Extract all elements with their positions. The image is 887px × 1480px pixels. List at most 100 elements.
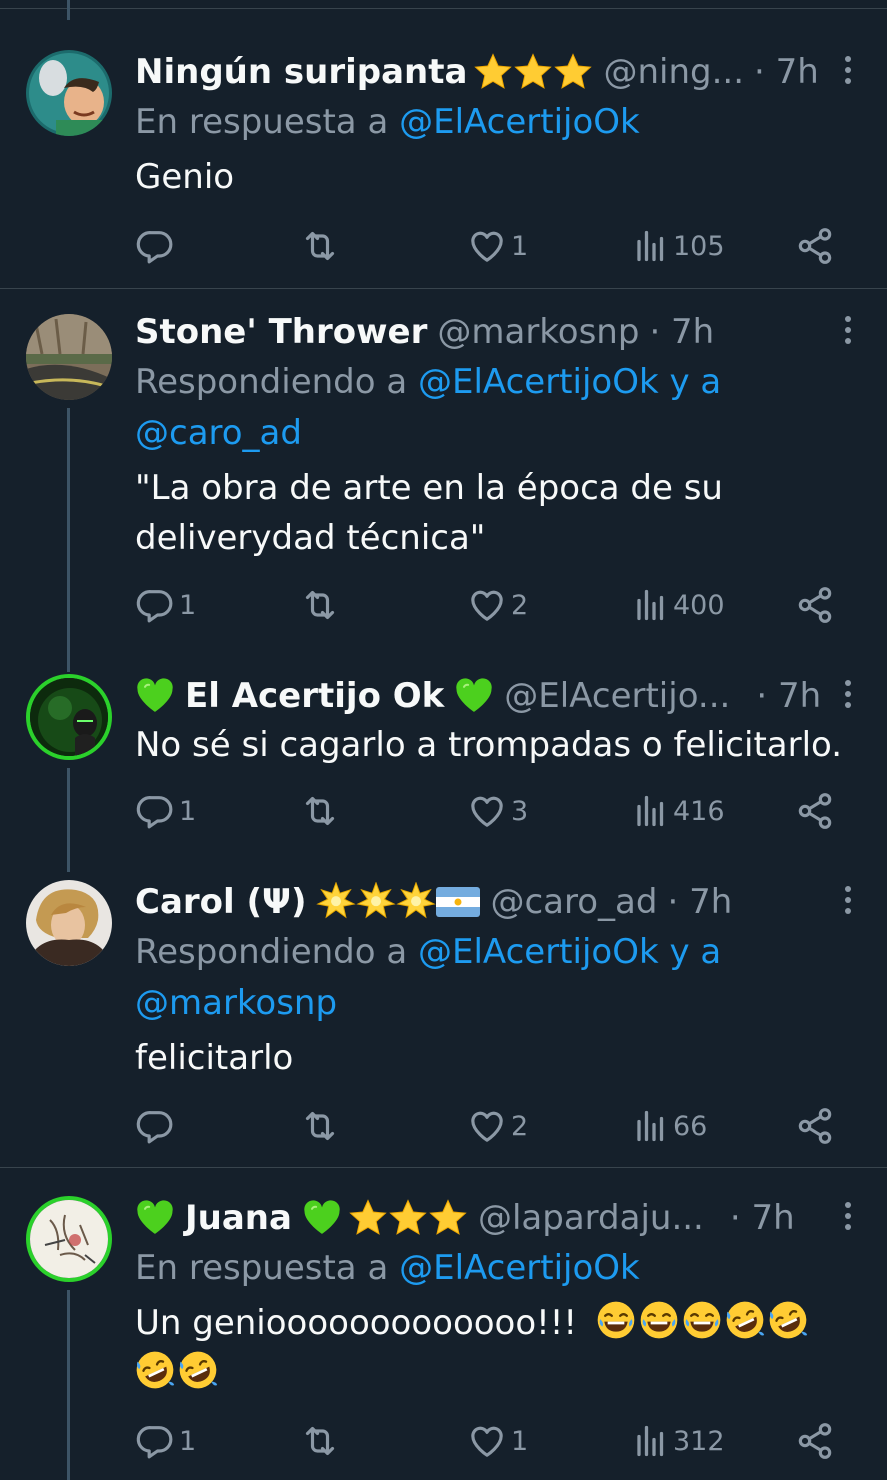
- views-button[interactable]: 105: [633, 228, 725, 264]
- reply-icon: [135, 1421, 175, 1461]
- like-button[interactable]: 1: [467, 226, 528, 266]
- display-name[interactable]: Ningún suripanta: [135, 52, 467, 92]
- avatar[interactable]: [26, 314, 112, 400]
- share-button[interactable]: [795, 791, 835, 831]
- retweet-button[interactable]: [300, 791, 340, 831]
- thread-line: [67, 0, 70, 20]
- reply-button[interactable]: [135, 226, 179, 266]
- avatar[interactable]: [26, 674, 112, 760]
- share-button[interactable]: [795, 226, 835, 266]
- star-icon: [553, 52, 593, 92]
- handle[interactable]: @ElAcertijo...: [504, 676, 730, 716]
- view-count: 66: [673, 1110, 708, 1142]
- views-button[interactable]: 66: [633, 1108, 707, 1144]
- view-count: 105: [673, 230, 725, 262]
- retweet-icon: [300, 791, 340, 831]
- more-options-icon[interactable]: [845, 886, 853, 916]
- reply-icon: [135, 1106, 175, 1146]
- retweet-button[interactable]: [300, 1421, 340, 1461]
- retweet-button[interactable]: [300, 226, 340, 266]
- more-options-icon[interactable]: [845, 316, 853, 346]
- handle[interactable]: @markosnp: [437, 312, 639, 352]
- share-icon: [795, 1421, 835, 1461]
- tweet-text-main: Un geniooooooooooooo!!!: [135, 1303, 578, 1343]
- views-button[interactable]: 312: [633, 1423, 725, 1459]
- share-button[interactable]: [795, 1106, 835, 1146]
- reply-prefix: Respondiendo a: [135, 932, 408, 972]
- view-count: 400: [673, 589, 725, 621]
- share-button[interactable]: [795, 585, 835, 625]
- timestamp[interactable]: · 7h: [754, 52, 819, 92]
- reply-count: 1: [179, 1425, 197, 1457]
- display-name[interactable]: Juana: [185, 1198, 292, 1238]
- views-button[interactable]: 400: [633, 587, 725, 623]
- rofl-emoji-icon: [768, 1300, 808, 1340]
- reply-button[interactable]: 1: [135, 791, 196, 831]
- timestamp[interactable]: · 7h: [756, 676, 821, 716]
- display-name[interactable]: Stone' Thrower: [135, 312, 427, 352]
- avatar[interactable]: [26, 1196, 112, 1282]
- retweet-button[interactable]: [300, 585, 340, 625]
- green-heart-icon: [454, 676, 494, 716]
- tweet-text: "La obra de arte en la época de su deliv…: [135, 463, 847, 563]
- like-button[interactable]: 1: [467, 1421, 528, 1461]
- reply-context: En respuesta a @ElAcertijoOk: [135, 97, 847, 148]
- stars-badge: [473, 52, 593, 92]
- share-icon: [795, 1106, 835, 1146]
- views-icon: [633, 1423, 669, 1459]
- views-button[interactable]: 416: [633, 793, 725, 829]
- reply-button[interactable]: 1: [135, 1421, 196, 1461]
- heart-icon: [467, 791, 507, 831]
- reply-count: 1: [179, 795, 197, 827]
- tweet-actions: 1 2 400: [135, 583, 847, 627]
- reply-button[interactable]: [135, 1106, 179, 1146]
- like-count: 2: [511, 589, 529, 621]
- like-button[interactable]: 2: [467, 1106, 528, 1146]
- reply-context: En respuesta a @ElAcertijoOk: [135, 1243, 847, 1294]
- tweet-text-line: "La obra de arte en la época de su: [135, 468, 723, 508]
- more-options-icon[interactable]: [845, 680, 853, 710]
- top-divider: [0, 8, 887, 9]
- more-options-icon[interactable]: [845, 1202, 853, 1232]
- star-icon: [513, 52, 553, 92]
- star-icon: [388, 1198, 428, 1238]
- timestamp[interactable]: · 7h: [667, 882, 732, 922]
- mention-link[interactable]: @markosnp: [135, 983, 337, 1023]
- display-name[interactable]: El Acertijo Ok: [185, 676, 444, 716]
- handle[interactable]: @caro_ad: [490, 882, 657, 922]
- avatar[interactable]: [26, 880, 112, 966]
- more-options-icon[interactable]: [845, 56, 853, 86]
- sparkle-star-icon: [396, 882, 436, 922]
- mention-link[interactable]: @ElAcertijoOk y a: [418, 932, 721, 972]
- mention-link[interactable]: @caro_ad: [135, 413, 302, 453]
- like-button[interactable]: 2: [467, 585, 528, 625]
- tweet-actions: 1 3 416: [135, 789, 847, 833]
- timestamp[interactable]: · 7h: [649, 312, 714, 352]
- handle[interactable]: @lapardaju...: [478, 1198, 704, 1238]
- views-icon: [633, 793, 669, 829]
- tweet-text: No sé si cagarlo a trompadas o felicitar…: [135, 725, 843, 765]
- retweet-icon: [300, 585, 340, 625]
- view-count: 312: [673, 1425, 725, 1457]
- avatar[interactable]: [26, 50, 112, 136]
- reply-context: Respondiendo a @ElAcertijoOk y a @caro_a…: [135, 357, 847, 459]
- share-button[interactable]: [795, 1421, 835, 1461]
- retweet-icon: [300, 1421, 340, 1461]
- argentina-flag-icon: [436, 887, 481, 917]
- retweet-button[interactable]: [300, 1106, 340, 1146]
- sparkle-star-icon: [356, 882, 396, 922]
- star-icon: [348, 1198, 388, 1238]
- reply-button[interactable]: 1: [135, 585, 196, 625]
- rofl-emoji-icon: [725, 1300, 765, 1340]
- like-button[interactable]: 3: [467, 791, 528, 831]
- mention-link[interactable]: @ElAcertijoOk: [399, 102, 640, 142]
- views-icon: [633, 587, 669, 623]
- avatar-image: [26, 50, 112, 136]
- display-name[interactable]: Carol (Ψ): [135, 882, 306, 922]
- timestamp[interactable]: · 7h: [730, 1198, 795, 1238]
- reply-prefix: Respondiendo a: [135, 362, 408, 402]
- mention-link[interactable]: @ElAcertijoOk y a: [418, 362, 721, 402]
- handle[interactable]: @ning...: [603, 52, 744, 92]
- mention-link[interactable]: @ElAcertijoOk: [399, 1248, 640, 1288]
- reply-icon: [135, 585, 175, 625]
